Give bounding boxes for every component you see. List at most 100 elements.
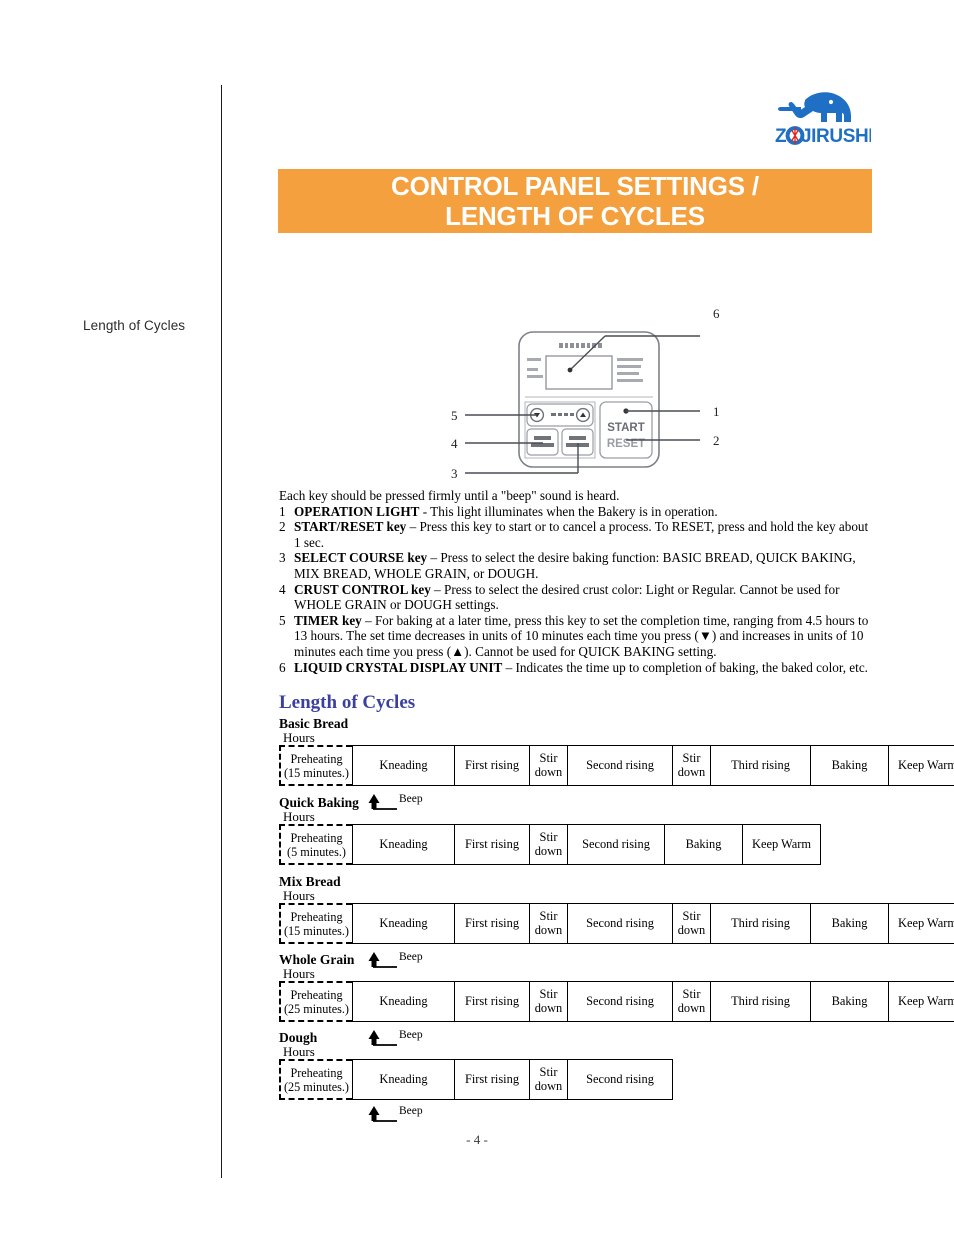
cycle-stage-preheating: Preheating (15 minutes.) [279, 903, 352, 944]
elephant-icon [778, 92, 851, 122]
cycle-hours-label: Hours [283, 809, 315, 824]
key-description-number: 3 [279, 550, 286, 566]
brand-wordmark: Z JIRUSHI [775, 126, 871, 146]
preheating-duration: (25 minutes.) [284, 1001, 349, 1016]
cycle-stage-cell: Keep Warm [743, 824, 821, 865]
beep-arrow-icon [368, 952, 397, 968]
cycle-stage-cell: Stir down [530, 903, 568, 944]
key-description-number: 6 [279, 659, 286, 675]
key-description-text: – Indicates the time up to completion of… [502, 659, 868, 675]
cycle-stage-cell: Kneading [352, 745, 455, 786]
callout-number-4: 4 [451, 436, 458, 451]
cycle-stage-preheating: Preheating (25 minutes.) [279, 1059, 352, 1100]
key-description-item: 4 CRUST CONTROL key – Press to select the… [279, 582, 873, 613]
cycle-stage-preheating: Preheating (5 minutes.) [279, 824, 352, 865]
cycle-stage-cell: Baking [811, 745, 889, 786]
key-description-term: SELECT COURSE key [294, 550, 428, 566]
key-description-item: 5 TIMER key – For baking at a later time,… [279, 613, 873, 660]
beep-arrow-icon [368, 794, 397, 810]
cycle-stage-cell: Stir down [530, 745, 568, 786]
cycle-stage-preheating: Preheating (15 minutes.) [279, 745, 352, 786]
cycle-stage-cell: Kneading [352, 903, 455, 944]
cycle-stage-cell: First rising [455, 824, 530, 865]
cycle-stage-cell: Stir down [673, 981, 711, 1022]
cycle-stage-cell: Stir down [530, 824, 568, 865]
preheating-duration: (5 minutes.) [287, 844, 346, 859]
cycle-stage-cell: Stir down [673, 903, 711, 944]
cycle-title: Quick Baking [279, 795, 359, 810]
key-description-term: LIQUID CRYSTAL DISPLAY UNIT [294, 659, 503, 675]
cycle-stage-cell: Keep Warm [889, 903, 954, 944]
beep-label: Beep [399, 1105, 423, 1117]
beep-marker: Beep [368, 951, 423, 968]
length-of-cycles-heading: Length of Cycles [279, 692, 416, 713]
cycle-stage-cell: Baking [811, 903, 889, 944]
cycle-stage-cell: Second rising [568, 745, 673, 786]
key-description-term: TIMER key [294, 612, 362, 628]
callout-number-1: 1 [713, 404, 720, 419]
beep-arrow-icon [368, 1030, 397, 1046]
cycle-hours-label: Hours [283, 888, 315, 903]
key-description-text: – For baking at a later time, press this… [294, 612, 869, 659]
page-divider-rule [221, 85, 222, 1178]
margin-note-length-of-cycles: Length of Cycles [83, 318, 186, 333]
cycle-stage-table: Preheating (25 minutes.) Kneading First ris… [279, 981, 954, 1022]
cycle-stage-cell: Second rising [568, 903, 673, 944]
svg-text:Z: Z [775, 126, 787, 146]
key-description-number: 4 [279, 581, 286, 597]
page-title-banner: CONTROL PANEL SETTINGS / LENGTH OF CYCLE… [278, 169, 872, 233]
cycle-stage-cell: Kneading [352, 824, 455, 865]
zojirushi-logo: Z JIRUSHI [775, 86, 871, 146]
cycle-stage-preheating: Preheating (25 minutes.) [279, 981, 352, 1022]
cycle-stage-cell: Second rising [568, 824, 665, 865]
preheating-label: Preheating [290, 987, 343, 1002]
cycle-stage-cell: Second rising [568, 981, 673, 1022]
beep-label: Beep [399, 951, 423, 963]
preheating-label: Preheating [290, 909, 343, 924]
cycle-stage-cell: Keep Warm [889, 981, 954, 1022]
cycle-block: Basic Bread Hours Preheating (15 minutes.) K… [279, 716, 954, 786]
key-description-item: 3 SELECT COURSE key – Press to select the… [279, 550, 873, 581]
key-description-number: 2 [279, 519, 286, 535]
cycle-stage-table: Preheating (15 minutes.) Kneading First ris… [279, 745, 954, 786]
cycle-block: Dough Hours Preheating (25 minutes.) Kneadin… [279, 1030, 673, 1100]
cycle-stage-table: Preheating (25 minutes.) Kneading First ris… [279, 1059, 673, 1100]
page-title-line-1: CONTROL PANEL SETTINGS / [391, 171, 759, 201]
page-number: - 4 - [466, 1132, 488, 1147]
callout-number-5: 5 [451, 408, 458, 423]
preheating-label: Preheating [290, 830, 343, 845]
beep-marker: Beep [368, 793, 423, 810]
cycle-stage-cell: Kneading [352, 1059, 455, 1100]
cycle-stage-table: Preheating (5 minutes.) Kneading First risi… [279, 824, 821, 865]
key-description-item: 6 LIQUID CRYSTAL DISPLAY UNIT – Indicates… [279, 660, 873, 676]
callout-number-6: 6 [713, 306, 720, 321]
preheating-duration: (15 minutes.) [284, 923, 349, 938]
callout-number-3: 3 [451, 466, 458, 481]
key-description-item: 1 OPERATION LIGHT - This light illuminate… [279, 504, 873, 520]
cycle-stage-cell: First rising [455, 981, 530, 1022]
page-title-line-2: LENGTH OF CYCLES [445, 201, 705, 231]
key-description-list: 1 OPERATION LIGHT - This light illuminate… [279, 504, 873, 676]
callout-number-2: 2 [713, 433, 720, 448]
cycle-stage-cell: Baking [665, 824, 743, 865]
preheating-duration: (25 minutes.) [284, 1079, 349, 1094]
key-descriptions-section: Each key should be pressed firmly until … [279, 488, 873, 675]
beep-arrow-icon [368, 1106, 397, 1122]
cycle-title: Dough [279, 1030, 318, 1045]
svg-text:JIRUSHI: JIRUSHI [801, 126, 871, 146]
intro-paragraph: Each key should be pressed firmly until … [279, 488, 620, 503]
control-panel-diagram: START RESET 6 1 2 3 4 5 [445, 306, 735, 485]
cycle-stage-cell: Third rising [711, 745, 811, 786]
key-description-item: 2 START/RESET key – Press this key to sta… [279, 519, 873, 550]
preheating-label: Preheating [290, 1065, 343, 1080]
cycle-block: Quick Baking Hours Preheating (5 minutes.) K… [279, 795, 821, 865]
cycle-stage-cell: Stir down [530, 981, 568, 1022]
cycle-stage-table: Preheating (15 minutes.) Kneading First ris… [279, 903, 954, 944]
cycle-stage-cell: First rising [455, 903, 530, 944]
cycle-stage-cell: Second rising [568, 1059, 673, 1100]
key-description-term: START/RESET key [294, 519, 407, 535]
preheating-duration: (15 minutes.) [284, 765, 349, 780]
key-description-term: CRUST CONTROL key [294, 581, 431, 597]
cycle-stage-cell: Keep Warm [889, 745, 954, 786]
beep-label: Beep [399, 1029, 423, 1041]
